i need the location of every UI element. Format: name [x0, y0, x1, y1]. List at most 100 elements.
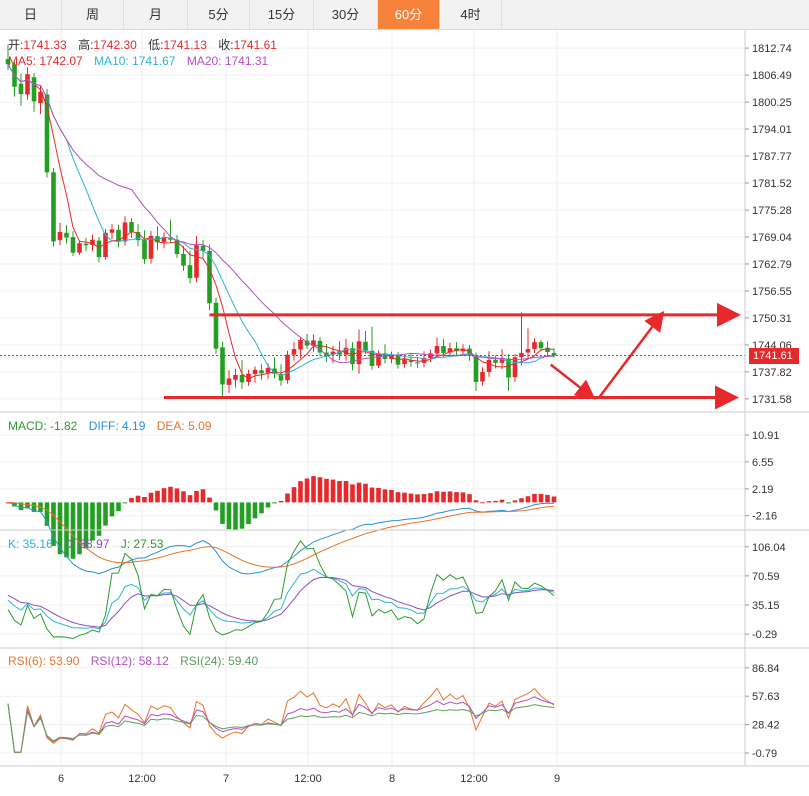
open-value: 1741.33 [23, 38, 67, 52]
candle-body [64, 232, 69, 238]
indicator-tick-label: -2.16 [752, 511, 777, 523]
macd-bar [246, 502, 251, 525]
candle-body [493, 359, 498, 363]
macd-bar [330, 479, 336, 503]
macd-bar [350, 484, 355, 503]
candle-body [122, 222, 128, 242]
candle-body [473, 355, 479, 382]
macd-bar [356, 482, 362, 503]
candle-body [213, 302, 219, 349]
macd-bar [519, 498, 524, 503]
macd-bar [291, 487, 297, 503]
chart-area: 1812.74 1806.49 1800.25 1794.01 1787.77 1781.… [0, 30, 809, 785]
ma-legend: MA5: 1742.07 MA10: 1741.67 MA20: 1741.31 [8, 54, 276, 68]
tab-1[interactable]: 周 [62, 0, 124, 29]
close-value: 1741.61 [233, 38, 277, 52]
indicator-tick-label: 2.19 [752, 484, 773, 496]
x-tick-label: 12:00 [128, 773, 156, 785]
ma20-legend: MA20: 1741.31 [186, 54, 269, 68]
macd-bar [421, 494, 427, 503]
macd-bar [499, 499, 505, 503]
macd-bar [174, 488, 180, 503]
macd-bar [506, 502, 511, 504]
macd-bar [129, 497, 134, 503]
macd-bar [525, 496, 531, 503]
tab-5[interactable]: 30分 [314, 0, 378, 29]
macd-bar [545, 494, 550, 503]
tab-3[interactable]: 5分 [188, 0, 250, 29]
candle-body [18, 83, 24, 95]
j-line [7, 540, 555, 640]
macd-bar [233, 502, 238, 530]
candle-body [70, 237, 76, 253]
rsi12-value: RSI(12): 58.12 [90, 654, 169, 668]
macd-bar [447, 491, 453, 503]
macd-bar [395, 492, 401, 503]
ma5-legend: MA5: 1742.07 [8, 54, 83, 68]
indicator-tick-label: 35.15 [752, 600, 780, 612]
macd-bar [116, 502, 121, 512]
macd-bar [473, 500, 479, 503]
macd-bar [200, 489, 206, 503]
candle-body [252, 369, 258, 375]
macd-bar [259, 502, 264, 514]
tab-2[interactable]: 月 [124, 0, 188, 29]
macd-bar [467, 494, 472, 503]
macd-bar [337, 481, 342, 503]
candle-body [532, 342, 537, 350]
rsi-legend: RSI(6): 53.90 RSI(12): 58.12 RSI(24): 59… [8, 654, 266, 668]
macd-bar [103, 502, 108, 526]
tab-6[interactable]: 60分 [378, 0, 440, 29]
macd-bar [252, 502, 258, 519]
rsi24-value: RSI(24): 59.40 [180, 654, 259, 668]
indicator-tick-label: 6.55 [752, 457, 773, 469]
macd-bar [168, 486, 173, 503]
indicator-tick-label: -0.79 [752, 748, 777, 760]
price-tick-label: 1812.74 [752, 43, 792, 55]
price-tick-label: 1806.49 [752, 70, 792, 82]
macd-bar [226, 502, 232, 530]
price-tick-label: 1769.04 [752, 232, 792, 244]
macd-bar [486, 501, 492, 503]
price-tick-label: 1794.01 [752, 124, 792, 136]
kdj-panel [7, 540, 555, 640]
macd-bar [220, 502, 225, 524]
tab-0[interactable]: 日 [0, 0, 62, 29]
candle-body [31, 77, 37, 102]
candle-body [129, 222, 134, 232]
d-value: D: 38.97 [64, 537, 110, 551]
rsi6-line [7, 687, 555, 753]
indicator-tick-label: 10.91 [752, 430, 780, 442]
macd-value: MACD: -1.82 [8, 419, 78, 433]
price-tick-label: 1737.82 [752, 367, 792, 379]
candle-body [25, 74, 30, 95]
d-line [7, 576, 555, 628]
candle-body [239, 374, 245, 383]
candle-body [415, 362, 420, 364]
ma10-line [7, 64, 555, 377]
candle-body [83, 243, 89, 246]
rsi-panel [7, 687, 555, 753]
macd-bar [213, 502, 219, 511]
tab-7[interactable]: 4时 [440, 0, 502, 29]
indicator-tick-label: 28.42 [752, 720, 780, 732]
indicator-tick-label: 86.84 [752, 663, 780, 675]
price-tick-label: 1775.28 [752, 205, 792, 217]
candle-body [57, 231, 63, 241]
price-tick-label: 1762.79 [752, 259, 792, 271]
rsi6-value: RSI(6): 53.90 [8, 654, 80, 668]
indicator-tick-label: 106.04 [752, 542, 786, 554]
macd-bar [135, 495, 141, 503]
candle-body [181, 253, 186, 266]
high-label: 高: [78, 38, 94, 52]
low-label: 低: [148, 38, 164, 52]
x-tick-label: 7 [223, 773, 229, 785]
macd-bar [512, 500, 518, 503]
macd-legend: MACD: -1.82 DIFF: 4.19 DEA: 5.09 [8, 419, 219, 433]
candle-body [51, 172, 56, 242]
current-price-tag: 1741.61 [749, 347, 799, 364]
candle-body [363, 341, 368, 351]
tab-4[interactable]: 15分 [250, 0, 314, 29]
macd-bar [239, 502, 245, 529]
ohlc-legend: 开:1741.33 高:1742.30 低:1741.13 收:1741.61 [8, 36, 285, 53]
